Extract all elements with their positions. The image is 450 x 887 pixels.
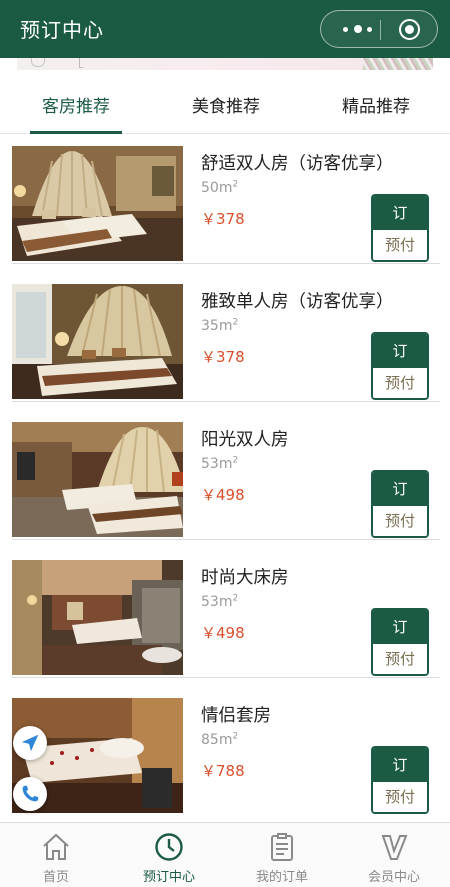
navigation-button[interactable] bbox=[13, 726, 47, 760]
room-item[interactable]: 舒适双人房（访客优享） 50m2 ￥378 订 预付 bbox=[12, 136, 440, 264]
nav-home[interactable]: 首页 bbox=[0, 823, 112, 887]
room-area: 85m2 bbox=[201, 731, 239, 748]
book-button[interactable]: 订 预付 bbox=[371, 608, 429, 676]
nav-booking-label: 预订中心 bbox=[142, 870, 195, 885]
room-name: 雅致单人房（访客优享） bbox=[201, 292, 394, 312]
room-name: 时尚大床房 bbox=[201, 568, 289, 588]
page-title: 预订中心 bbox=[20, 18, 104, 42]
phone-icon bbox=[22, 785, 39, 802]
room-name: 情侣套房 bbox=[201, 706, 271, 726]
home-icon bbox=[43, 833, 69, 860]
room-price: ￥788 bbox=[201, 762, 245, 780]
prepay-label[interactable]: 预付 bbox=[373, 506, 427, 536]
nav-my-orders[interactable]: 我的订单 bbox=[226, 823, 338, 887]
call-button[interactable] bbox=[13, 777, 47, 811]
room-photo[interactable] bbox=[12, 284, 183, 399]
room-price: ￥498 bbox=[201, 486, 245, 504]
prepay-label[interactable]: 预付 bbox=[373, 230, 427, 260]
tab-room-recommend[interactable]: 客房推荐 bbox=[30, 82, 122, 134]
tab-food-recommend[interactable]: 美食推荐 bbox=[180, 82, 272, 134]
room-photo[interactable] bbox=[12, 146, 183, 261]
book-button[interactable]: 订 预付 bbox=[371, 194, 429, 262]
prepay-label[interactable]: 预付 bbox=[373, 368, 427, 398]
member-v-icon bbox=[381, 835, 408, 860]
book-label[interactable]: 订 bbox=[373, 196, 427, 230]
close-mini-program-icon[interactable] bbox=[399, 19, 420, 40]
nav-home-label: 首页 bbox=[42, 870, 69, 885]
room-photo[interactable] bbox=[12, 422, 183, 537]
nav-member-label: 会员中心 bbox=[367, 870, 420, 885]
room-item[interactable]: 阳光双人房 53m2 ￥498 订 预付 bbox=[12, 412, 440, 540]
nav-orders-label: 我的订单 bbox=[255, 870, 308, 885]
book-label[interactable]: 订 bbox=[373, 472, 427, 506]
room-item[interactable]: 情侣套房 85m2 ￥788 订 预付 bbox=[12, 688, 440, 816]
room-area: 53m2 bbox=[201, 593, 239, 610]
book-button[interactable]: 订 预付 bbox=[371, 746, 429, 814]
clipboard-icon bbox=[271, 833, 293, 861]
room-price: ￥498 bbox=[201, 624, 245, 642]
book-button[interactable]: 订 预付 bbox=[371, 332, 429, 400]
bottom-tab-bar: 首页 预订中心 我的订单 会员中心 bbox=[0, 822, 450, 887]
book-label[interactable]: 订 bbox=[373, 610, 427, 644]
room-item[interactable]: 雅致单人房（访客优享） 35m2 ￥378 订 预付 bbox=[12, 274, 440, 402]
room-area: 50m2 bbox=[201, 179, 239, 196]
clock-icon bbox=[155, 833, 183, 861]
category-tabs: 客房推荐 美食推荐 精品推荐 bbox=[0, 82, 450, 134]
room-name: 舒适双人房（访客优享） bbox=[201, 154, 394, 174]
room-name: 阳光双人房 bbox=[201, 430, 289, 450]
nav-booking-center[interactable]: 预订中心 bbox=[113, 823, 225, 887]
room-item[interactable]: 时尚大床房 53m2 ￥498 订 预付 bbox=[12, 550, 440, 678]
tab-boutique-recommend[interactable]: 精品推荐 bbox=[330, 82, 422, 134]
navigate-arrow-icon bbox=[21, 734, 39, 752]
capsule-divider bbox=[380, 20, 381, 40]
more-options-icon[interactable] bbox=[343, 24, 373, 34]
room-price: ￥378 bbox=[201, 210, 245, 228]
prepay-label[interactable]: 预付 bbox=[373, 644, 427, 674]
prepay-label[interactable]: 预付 bbox=[373, 782, 427, 812]
room-photo[interactable] bbox=[12, 560, 183, 675]
room-price: ￥378 bbox=[201, 348, 245, 366]
mini-program-capsule bbox=[320, 10, 438, 48]
nav-member-center[interactable]: 会员中心 bbox=[338, 823, 450, 887]
book-button[interactable]: 订 预付 bbox=[371, 470, 429, 538]
book-label[interactable]: 订 bbox=[373, 334, 427, 368]
banner-image bbox=[17, 58, 433, 70]
top-bar: 预订中心 bbox=[0, 0, 450, 58]
book-label[interactable]: 订 bbox=[373, 748, 427, 782]
room-area: 35m2 bbox=[201, 317, 239, 334]
room-area: 53m2 bbox=[201, 455, 239, 472]
